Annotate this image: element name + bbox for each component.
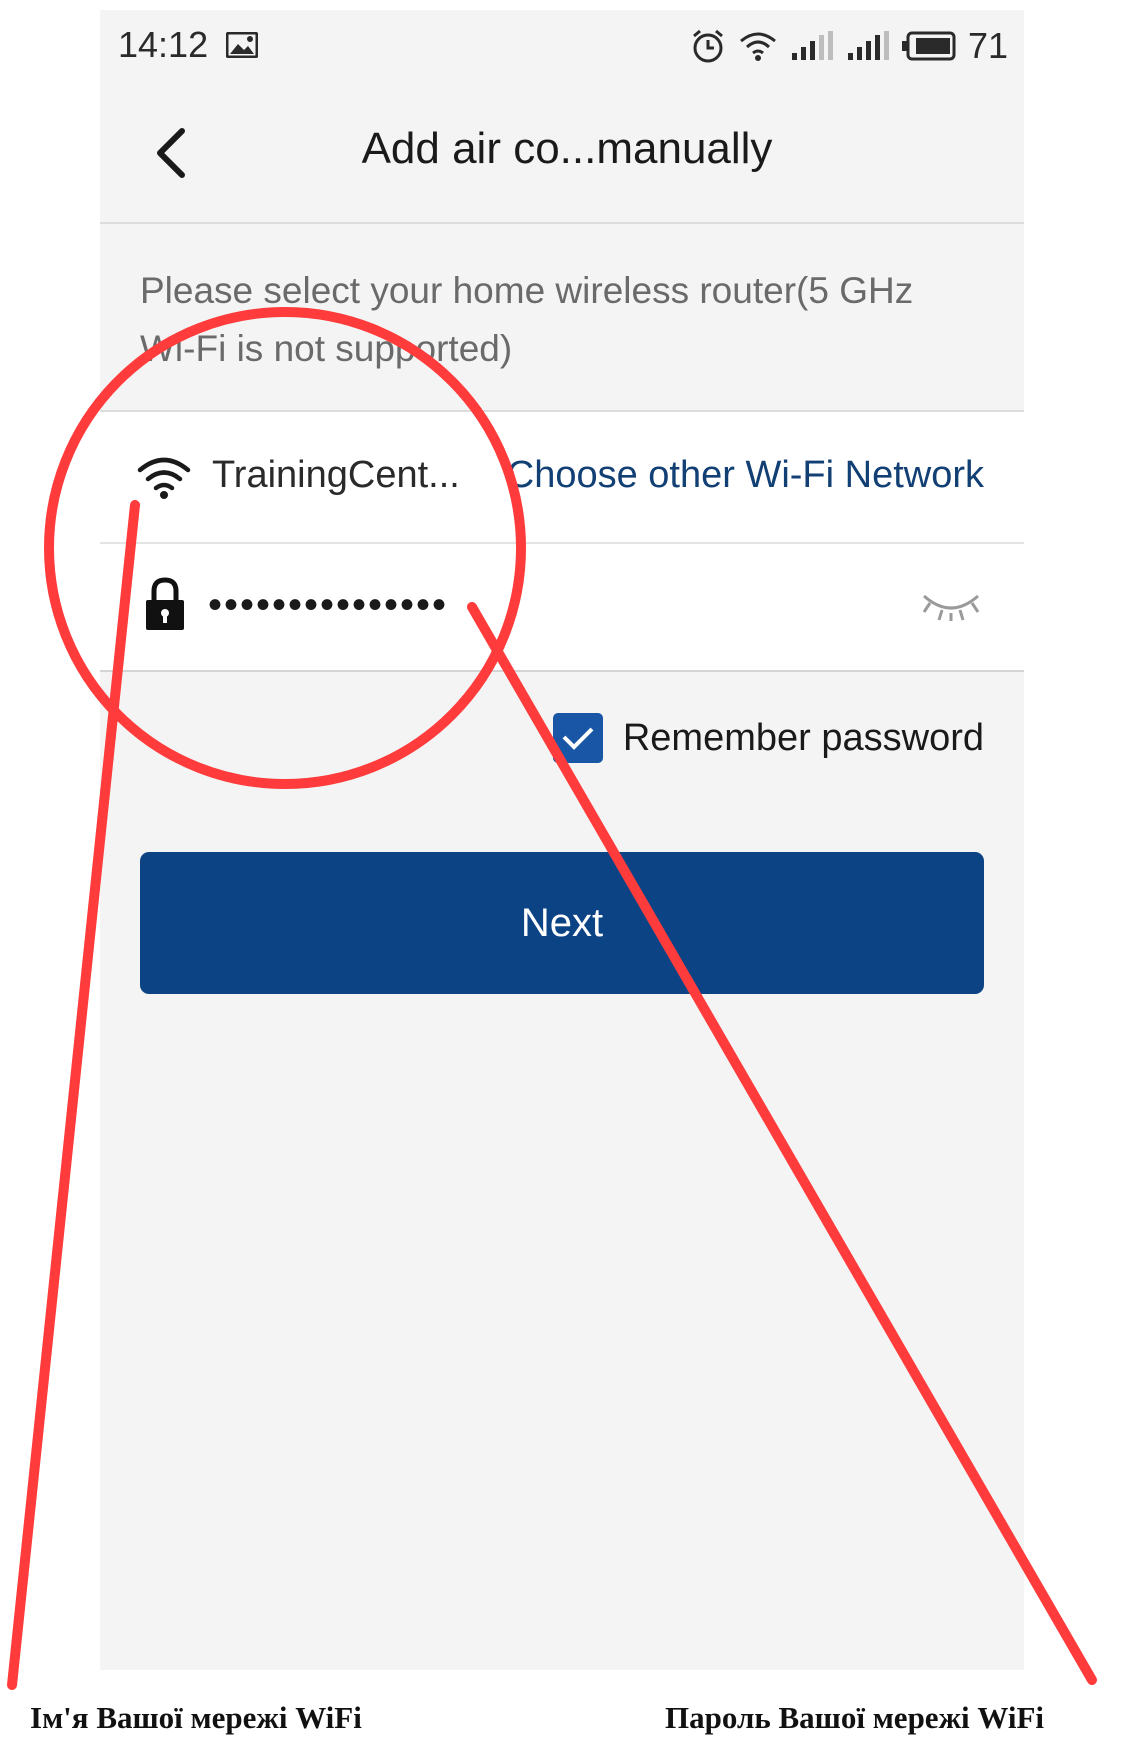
- wifi-card: TrainingCent... Choose other Wi-Fi Netwo…: [100, 410, 1024, 672]
- annotation-caption-right: Пароль Вашої мережі WiFi: [665, 1700, 1045, 1735]
- status-icons: 71: [690, 24, 1008, 68]
- password-row: [100, 544, 1024, 668]
- instruction-text: Please select your home wireless router(…: [140, 270, 914, 369]
- signal-icon: [847, 31, 889, 60]
- signal-icon: [791, 31, 833, 60]
- battery-icon: [901, 31, 956, 61]
- eye-closed-icon[interactable]: [918, 588, 984, 622]
- status-time: 14:12: [118, 24, 209, 65]
- wifi-status-icon: [740, 32, 776, 61]
- status-bar: 14:12 71: [100, 10, 1024, 82]
- page-title: Add air co...manually: [361, 124, 773, 173]
- alarm-icon: [692, 29, 723, 63]
- battery-level: 71: [967, 25, 1008, 66]
- remember-password-row: Remember password: [552, 710, 984, 766]
- annotation-caption-left: Ім'я Вашої мережі WiFi: [30, 1700, 362, 1735]
- gallery-icon: [226, 32, 258, 58]
- next-button[interactable]: Next: [140, 852, 984, 994]
- wifi-network-row: TrainingCent... Choose other Wi-Fi Netwo…: [100, 412, 1024, 544]
- page: 14:12 71 Add air co...manually Please se…: [0, 0, 1131, 1751]
- phone-screen: 14:12 71 Add air co...manually Please se…: [100, 10, 1024, 1670]
- wifi-network-name: TrainingCent...: [212, 454, 460, 496]
- check-icon: [562, 727, 594, 750]
- wifi-icon: [137, 457, 191, 499]
- top-bar: Add air co...manually: [100, 82, 1024, 224]
- remember-password-label: Remember password: [622, 716, 984, 759]
- remember-password-checkbox[interactable]: [552, 713, 603, 763]
- password-input[interactable]: [206, 574, 770, 636]
- choose-other-network-link[interactable]: Choose other Wi-Fi Network: [507, 454, 984, 497]
- lock-icon: [146, 577, 184, 630]
